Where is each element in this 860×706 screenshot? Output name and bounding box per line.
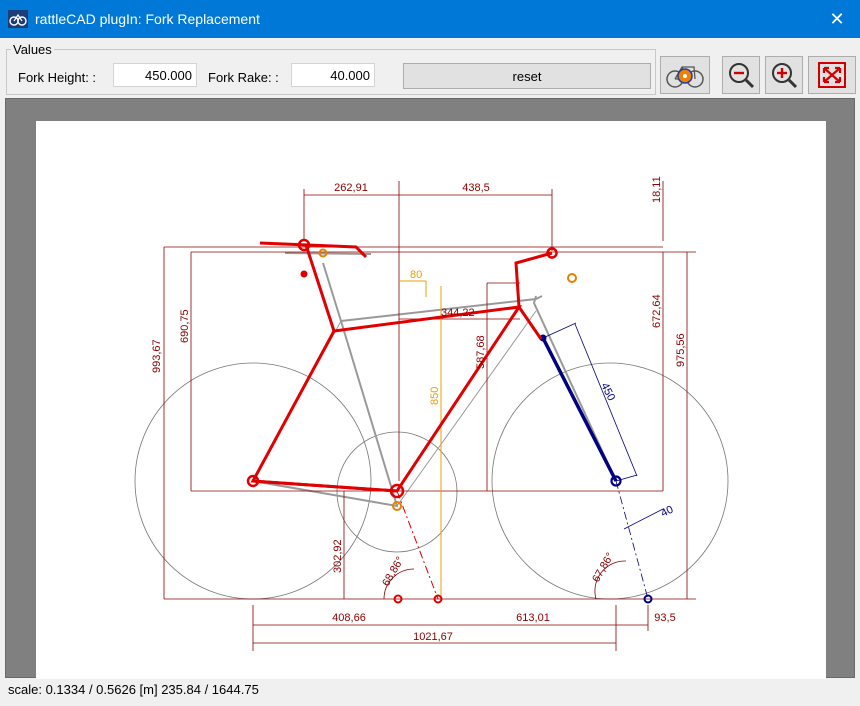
orange-construction [318,248,577,599]
fit-screen-icon [818,62,846,88]
dim-302: 302,92 [332,539,344,573]
angle-67: 67,86° [590,551,616,585]
app-icon [8,10,28,28]
dimension-lines [163,181,696,651]
dimension-labels: 262,91 438,5 18,11 80 344,22 690,75 993,… [151,176,687,643]
zoom-in-icon [772,63,798,89]
zoom-out-icon [729,63,755,89]
dim-975: 975,56 [675,333,687,367]
close-icon: ✕ [829,8,845,29]
drawing-paper: 262,91 438,5 18,11 80 344,22 690,75 993,… [36,121,826,679]
dim-690: 690,75 [179,309,191,343]
render-bike-icon [666,66,704,88]
dim-438: 438,5 [462,182,490,194]
dim-672: 672,64 [651,294,663,328]
dim-587: 587,68 [475,335,487,369]
values-group: Values Fork Height: : 450.000 Fork Rake:… [6,42,656,95]
dim-80: 80 [410,269,422,281]
dim-613: 613,01 [516,612,550,624]
window-title: rattleCAD plugIn: Fork Replacement [35,11,260,27]
fork-height-label: Fork Height: : [18,70,97,85]
title-bar: rattleCAD plugIn: Fork Replacement ✕ [0,0,860,38]
status-bar: scale: 0.1334 / 0.5626 [m] 235.84 / 1644… [8,682,259,697]
dim-850: 850 [429,387,441,405]
zoom-out-button[interactable] [722,56,760,94]
dim-993: 993,67 [151,339,163,373]
dim-1021: 1021,67 [413,631,453,643]
bike-drawing: 262,91 438,5 18,11 80 344,22 690,75 993,… [134,176,729,651]
angle-68: 68,86° [380,555,406,589]
values-legend: Values [11,42,54,57]
fit-screen-button[interactable] [808,56,856,94]
fork-rake-input[interactable]: 40.000 [291,63,375,87]
fork-height-input[interactable]: 450.000 [113,63,197,87]
render-bike-button[interactable] [660,56,710,94]
dim-408: 408,66 [332,612,366,624]
drawing-canvas[interactable]: 262,91 438,5 18,11 80 344,22 690,75 993,… [5,98,855,679]
dim-450: 450 [598,381,617,403]
dim-262: 262,91 [334,182,368,194]
close-button[interactable]: ✕ [814,0,860,38]
dim-40: 40 [659,504,675,520]
zoom-in-button[interactable] [765,56,803,94]
dim-93: 93,5 [654,612,675,624]
dim-18: 18,11 [651,176,663,203]
fork-rake-label: Fork Rake: : [208,70,279,85]
frame [246,238,558,604]
dim-344: 344,22 [441,307,475,319]
reset-button[interactable]: reset [403,63,651,89]
